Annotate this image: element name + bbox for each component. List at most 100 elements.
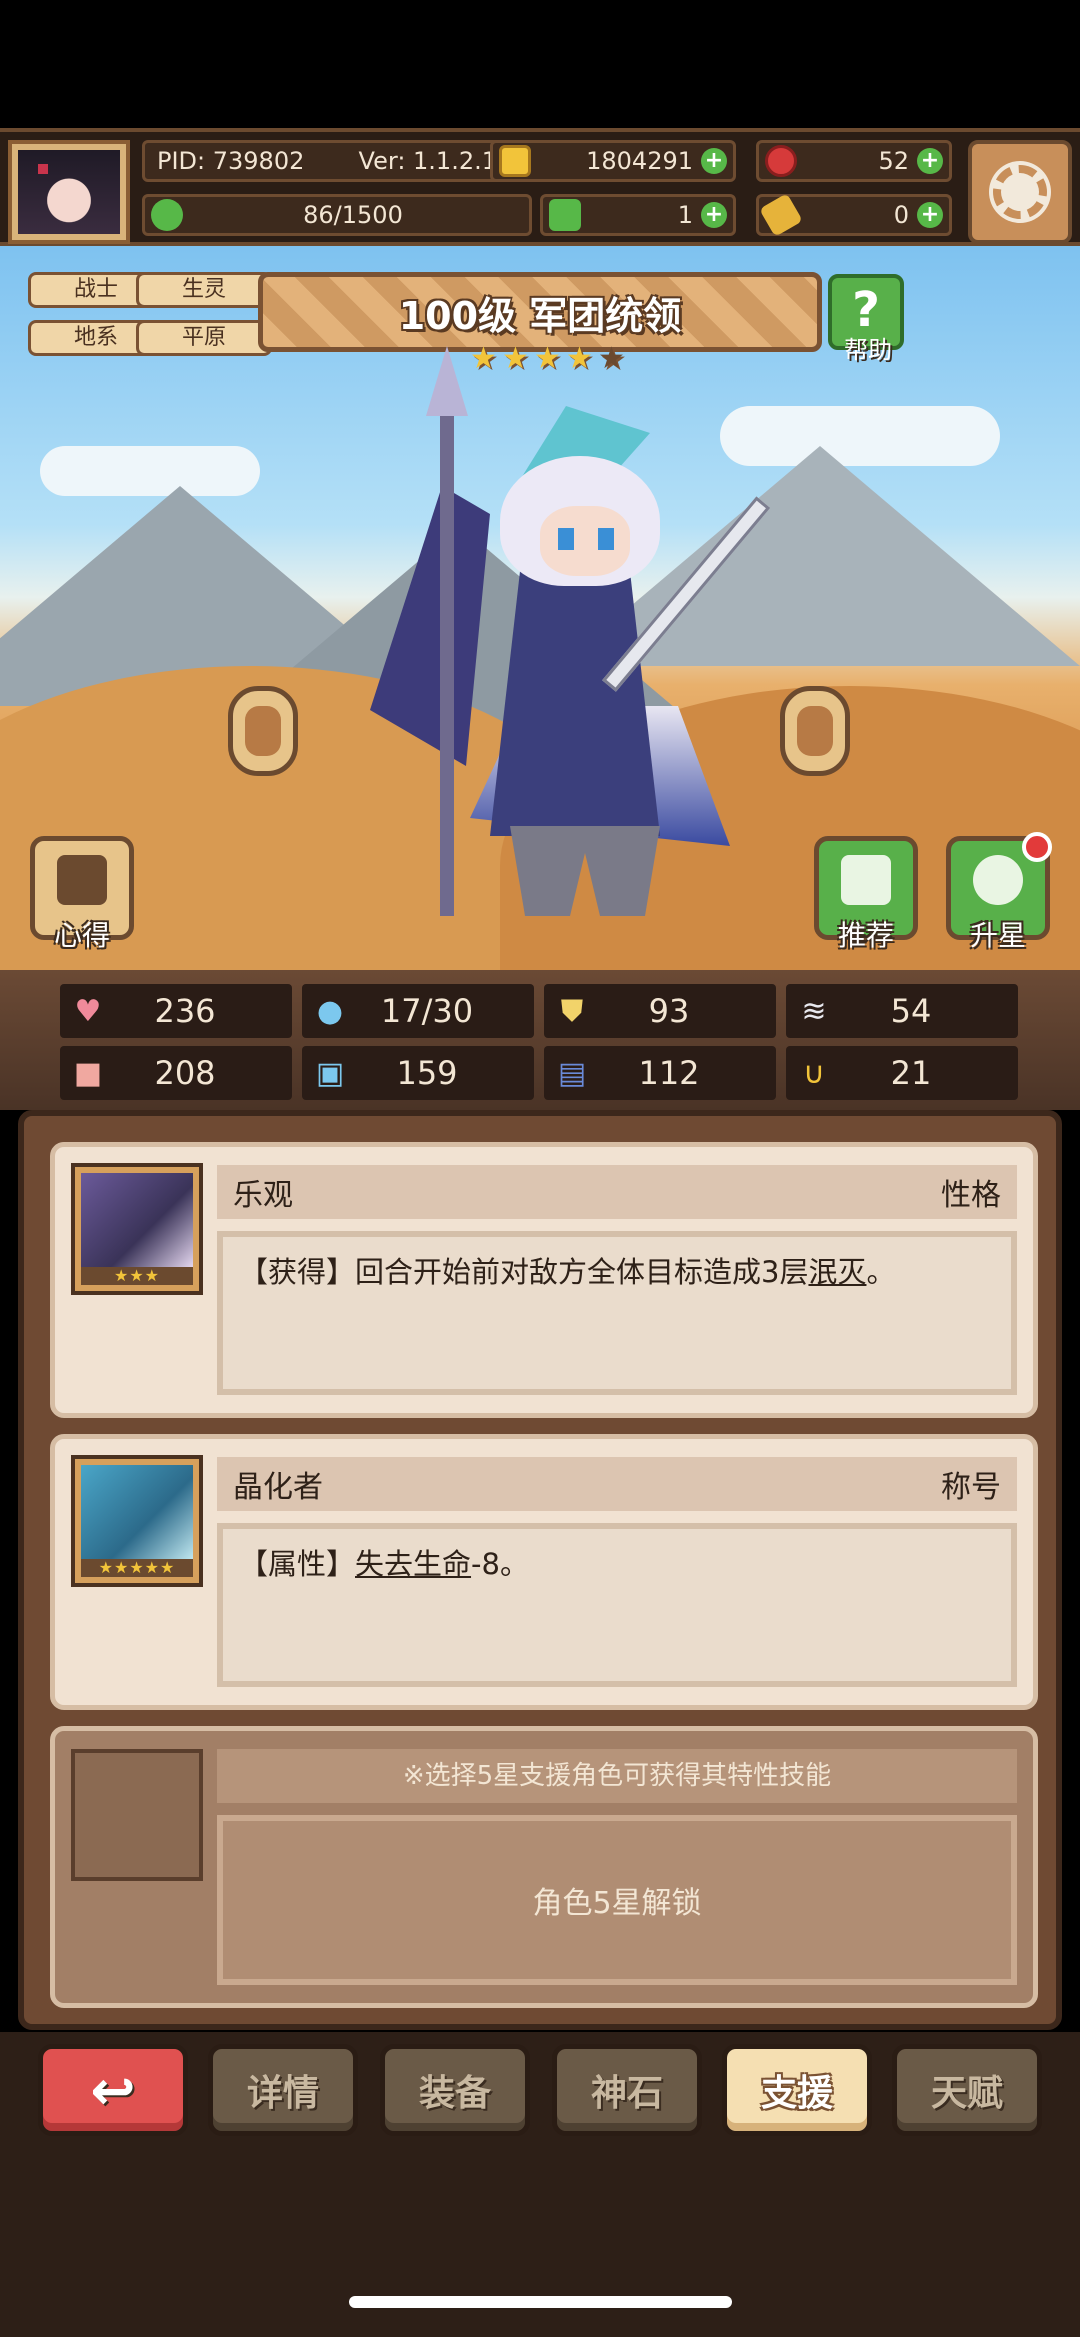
hero-cape: [370, 486, 490, 766]
support-portrait[interactable]: ★★★: [71, 1163, 203, 1295]
stat-defense: ⛊ 93: [544, 984, 776, 1038]
stat-attack: ■ 208: [60, 1046, 292, 1100]
stat-luck-value: 21: [890, 1054, 932, 1092]
hero-eye: [558, 528, 574, 550]
settings-button[interactable]: [968, 140, 1072, 244]
gem-counter: 52 +: [756, 140, 952, 182]
avatar-portrait: [18, 150, 120, 234]
stat-magic: ▣ 159: [302, 1046, 534, 1100]
desc-text: 【获得】回合开始前对敌方全体目标造成3层: [239, 1255, 809, 1289]
prev-hero-button[interactable]: [228, 686, 298, 776]
stat-mana-value: 17/30: [380, 992, 474, 1030]
next-hero-button[interactable]: [780, 686, 850, 776]
stat-agility-value: 54: [890, 992, 932, 1030]
heart-icon: ♥: [74, 993, 102, 1029]
hero-character-art: [340, 346, 800, 926]
return-arrow-icon: ↩: [90, 2058, 136, 2122]
gem-value: 52: [878, 147, 909, 175]
ruby-icon: [765, 145, 797, 177]
chevron-left-icon: [245, 706, 281, 756]
stat-hp: ♥ 236: [60, 984, 292, 1038]
fist-icon: ■: [73, 1055, 103, 1091]
back-button[interactable]: ↩: [38, 2044, 188, 2136]
support-panel: ★★★ 乐观 性格 【获得】回合开始前对敌方全体目标造成3层泯灭。 ★★★★★ …: [18, 1110, 1062, 2030]
support-card-title[interactable]: ★★★★★ 晶化者 称号 【属性】失去生命-8。: [50, 1434, 1038, 1710]
support-card-type: 性格: [941, 1178, 1001, 1213]
stat-defense-value: 93: [648, 992, 690, 1030]
gold-coin-icon: [499, 145, 531, 177]
tag-terrain: 平原: [136, 320, 272, 356]
add-gem-button[interactable]: +: [917, 148, 943, 174]
support-card-header: 乐观 性格: [217, 1165, 1017, 1219]
player-avatar[interactable]: [8, 140, 130, 244]
support-card-personality[interactable]: ★★★ 乐观 性格 【获得】回合开始前对敌方全体目标造成3层泯灭。: [50, 1142, 1038, 1418]
support-card-name: 晶化者: [233, 1470, 323, 1505]
top-status-bar: PID: 739802 Ver: 1.1.2.1 1804291 + 52 + …: [0, 128, 1080, 246]
key-value: 0: [893, 201, 909, 229]
key-icon: [759, 193, 803, 237]
support-portrait-art: [81, 1465, 193, 1560]
stat-luck: ∪ 21: [786, 1046, 1018, 1100]
pid-version-bar: PID: 739802 Ver: 1.1.2.1: [142, 140, 512, 182]
pid-text: PID: 739802: [157, 147, 305, 175]
shield-icon: ⛊: [560, 993, 584, 1029]
clover-energy-icon: [151, 199, 183, 231]
desc-keyword-link[interactable]: 泯灭: [808, 1255, 866, 1289]
tab-equipment[interactable]: 装备: [380, 2044, 530, 2136]
locked-unlock-text: 角色5星解锁: [217, 1815, 1017, 1985]
hero-spear: [440, 376, 454, 916]
scroll-icon: [57, 855, 107, 905]
support-portrait-stars: ★★★: [81, 1267, 193, 1285]
stat-speed-value: 112: [638, 1054, 700, 1092]
thumbs-up-icon: [841, 855, 891, 905]
drop-icon: ●: [316, 993, 344, 1029]
hero-legs: [510, 826, 660, 916]
stat-agility: ≋ 54: [786, 984, 1018, 1038]
add-key-button[interactable]: +: [917, 202, 943, 228]
support-card-header: 晶化者 称号: [217, 1457, 1017, 1511]
add-clover-button[interactable]: +: [701, 202, 727, 228]
support-card-description: 【属性】失去生命-8。: [217, 1523, 1017, 1687]
support-card-description: 【获得】回合开始前对敌方全体目标造成3层泯灭。: [217, 1231, 1017, 1395]
hero-title-banner: 100级 军团统领: [258, 272, 822, 352]
stat-mana: ● 17/30: [302, 984, 534, 1038]
gold-counter: 1804291 +: [490, 140, 736, 182]
energy-bar: 86/1500: [142, 194, 532, 236]
stat-magic-value: 159: [396, 1054, 458, 1092]
tab-details[interactable]: 详情: [208, 2044, 358, 2136]
chevron-right-icon: [797, 706, 833, 756]
home-indicator[interactable]: [349, 2296, 732, 2308]
boot-icon: ▤: [557, 1055, 587, 1091]
support-card-type: 称号: [941, 1470, 1001, 1505]
tag-race: 生灵: [136, 272, 272, 308]
support-card-name: 乐观: [233, 1178, 293, 1213]
tab-talent[interactable]: 天赋: [892, 2044, 1042, 2136]
gold-value: 1804291: [586, 147, 693, 175]
tab-godstone[interactable]: 神石: [552, 2044, 702, 2136]
desc-keyword-link[interactable]: 失去生命: [355, 1547, 471, 1581]
stat-speed: ▤ 112: [544, 1046, 776, 1100]
hero-title: 100级 军团统领: [398, 293, 682, 338]
locked-support-slot: ※选择5星支援角色可获得其特性技能 角色5星解锁: [50, 1726, 1038, 2008]
hero-stats-panel: ♥ 236 ● 17/30 ⛊ 93 ≋ 54 ■ 208 ▣ 159 ▤ 11…: [0, 970, 1080, 1110]
clover-value: 1: [677, 201, 693, 229]
hero-spear-tip: [426, 346, 468, 416]
support-portrait-art: [81, 1173, 193, 1268]
stat-hp-value: 236: [154, 992, 216, 1030]
gear-icon: [993, 165, 1047, 219]
book-icon: ▣: [315, 1055, 345, 1091]
support-portrait[interactable]: ★★★★★: [71, 1455, 203, 1587]
help-label: 帮助: [844, 336, 892, 364]
tab-support[interactable]: 支援: [722, 2044, 872, 2136]
support-portrait-stars: ★★★★★: [81, 1559, 193, 1577]
clover-counter: 1 +: [540, 194, 736, 236]
bottom-tab-bar: ↩ 详情 装备 神石 支援 天赋: [0, 2032, 1080, 2337]
recommend-label: 推荐: [837, 919, 894, 952]
add-gold-button[interactable]: +: [701, 148, 727, 174]
star-up-label: 升星: [969, 919, 1026, 952]
key-counter: 0 +: [756, 193, 952, 237]
version-text: Ver: 1.1.2.1: [358, 147, 497, 175]
empty-portrait-slot: [71, 1749, 203, 1881]
notification-dot: [1022, 832, 1052, 862]
desc-text-end: -8。: [471, 1547, 529, 1581]
